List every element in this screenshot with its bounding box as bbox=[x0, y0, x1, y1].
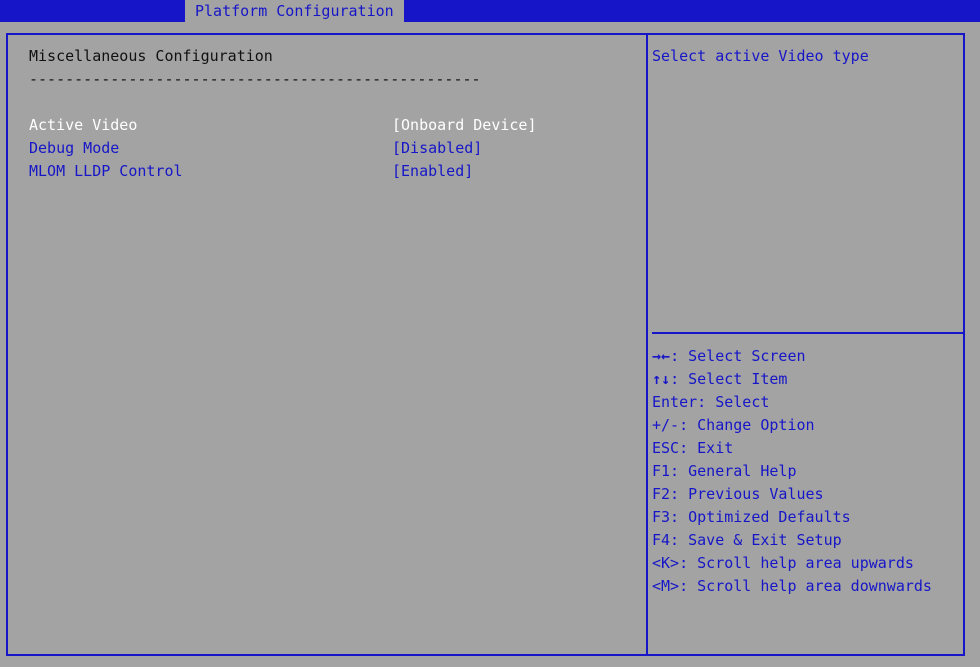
setting-label-debug-mode[interactable]: Debug Mode bbox=[29, 137, 119, 160]
setting-label-mlom-lldp-control[interactable]: MLOM LLDP Control bbox=[29, 160, 183, 183]
legend-scroll-up: <K>: Scroll help area upwards bbox=[652, 554, 914, 572]
legend-change-option: +/-: Change Option bbox=[652, 416, 815, 434]
help-text: Select active Video type bbox=[652, 47, 869, 65]
legend-select-screen: →←: Select Screen bbox=[652, 347, 806, 365]
help-divider bbox=[652, 332, 963, 334]
setting-label-active-video[interactable]: Active Video bbox=[29, 114, 137, 137]
arrows-left-right-icon: →← bbox=[652, 347, 671, 365]
top-menu-bar: Platform Configuration bbox=[0, 0, 980, 22]
legend-select-item: ↑↓: Select Item bbox=[652, 370, 788, 388]
legend-esc: ESC: Exit bbox=[652, 439, 734, 457]
legend-f3: F3: Optimized Defaults bbox=[652, 508, 851, 526]
section-title: Miscellaneous Configuration bbox=[29, 47, 273, 65]
legend-scroll-down: <M>: Scroll help area downwards bbox=[652, 577, 932, 595]
legend-enter: Enter: Select bbox=[652, 393, 770, 411]
panel-divider bbox=[646, 33, 648, 656]
tab-platform-configuration[interactable]: Platform Configuration bbox=[185, 0, 404, 22]
setting-value-active-video[interactable]: [Onboard Device] bbox=[392, 114, 537, 137]
setting-value-mlom-lldp-control[interactable]: [Enabled] bbox=[392, 160, 473, 183]
legend-f1: F1: General Help bbox=[652, 462, 797, 480]
setting-value-debug-mode[interactable]: [Disabled] bbox=[392, 137, 482, 160]
section-separator: ----------------------------------------… bbox=[29, 70, 481, 88]
arrows-up-down-icon: ↑↓ bbox=[652, 370, 671, 388]
legend-f4: F4: Save & Exit Setup bbox=[652, 531, 842, 549]
legend-f2: F2: Previous Values bbox=[652, 485, 824, 503]
